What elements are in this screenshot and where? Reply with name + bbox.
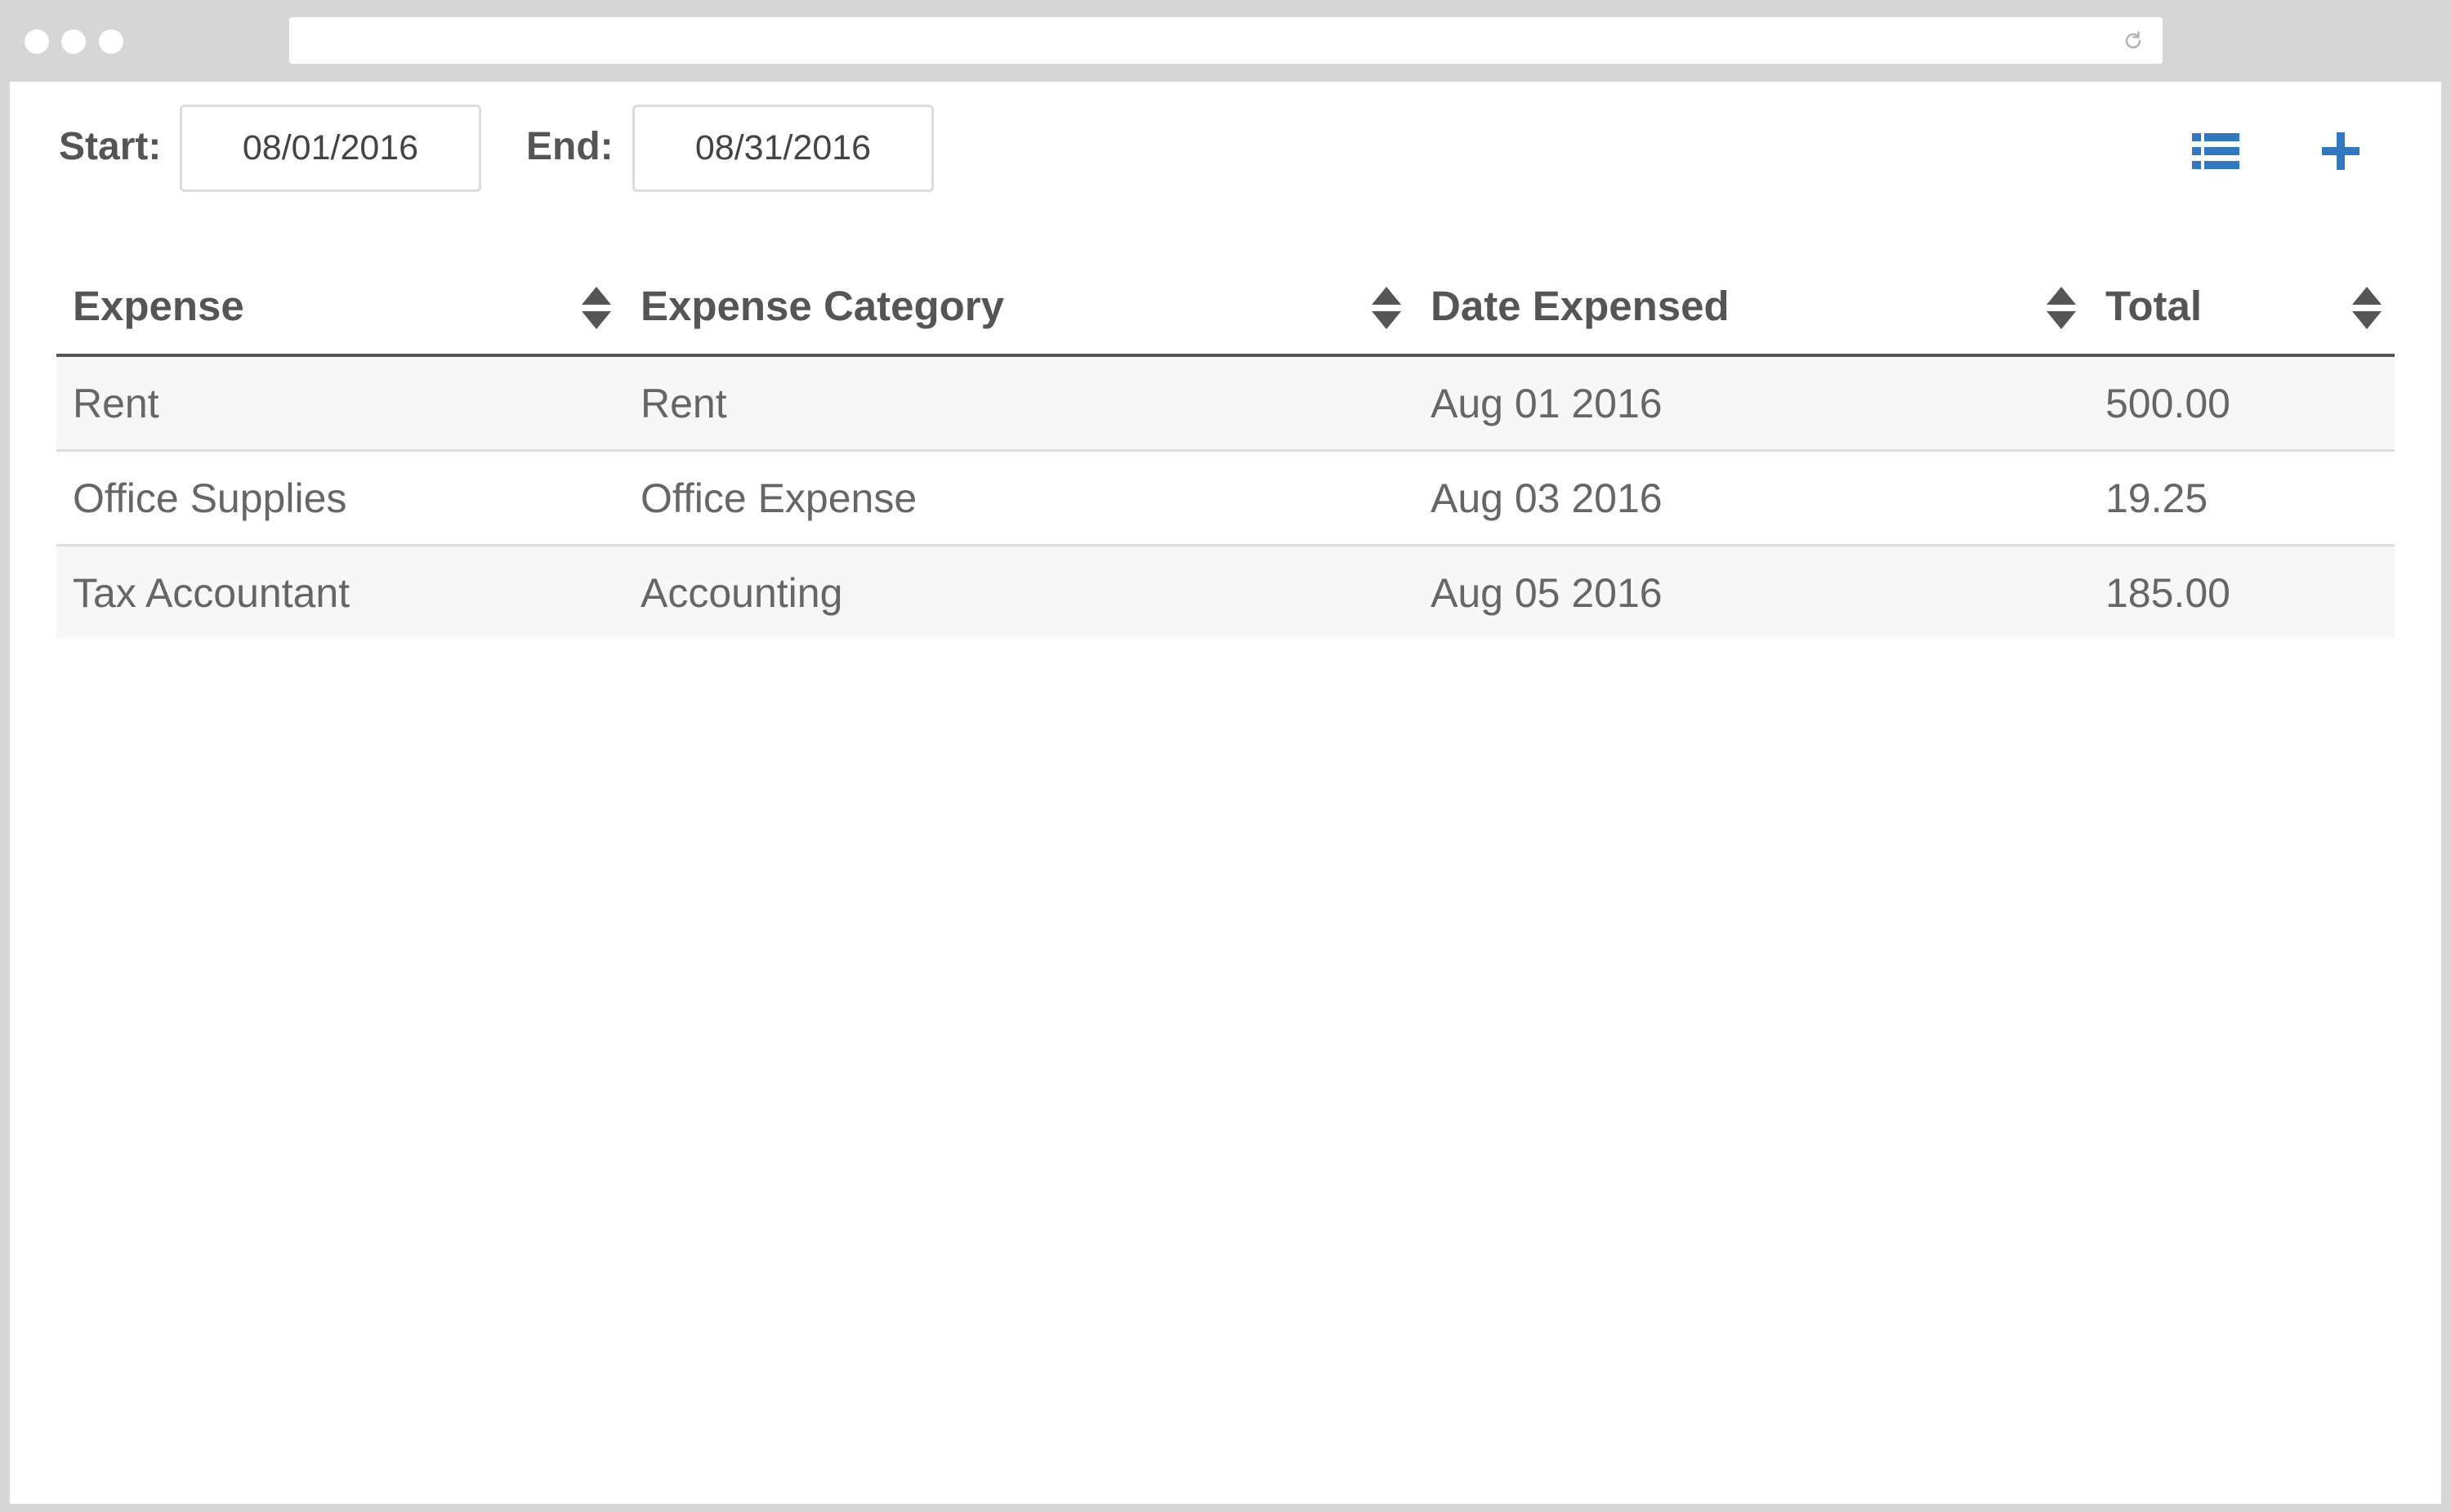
sort-icon[interactable] bbox=[580, 285, 613, 331]
column-header-label: Total bbox=[2105, 282, 2203, 329]
column-header-label: Expense bbox=[73, 282, 244, 329]
cell-expense-category: Office Expense bbox=[624, 450, 1414, 546]
sort-icon[interactable] bbox=[2045, 285, 2078, 331]
column-header-expense-category[interactable]: Expense Category bbox=[624, 257, 1414, 357]
cell-expense: Rent bbox=[56, 355, 624, 452]
list-icon bbox=[2192, 133, 2239, 169]
cell-expense-category: Rent bbox=[624, 355, 1414, 452]
address-bar[interactable] bbox=[289, 17, 2163, 64]
column-header-label: Expense Category bbox=[641, 282, 1005, 329]
plus-icon bbox=[2322, 132, 2359, 170]
add-expense-button[interactable] bbox=[2312, 123, 2369, 180]
sort-icon[interactable] bbox=[1370, 285, 1403, 331]
table-row[interactable]: Tax Accountant Accounting Aug 05 2016 18… bbox=[56, 545, 2395, 639]
cell-total: 185.00 bbox=[2089, 545, 2395, 639]
reload-icon[interactable] bbox=[2122, 29, 2145, 52]
column-header-expense[interactable]: Expense bbox=[56, 257, 624, 357]
cell-expense: Office Supplies bbox=[56, 450, 624, 546]
start-label: Start: bbox=[59, 125, 162, 168]
cell-total: 500.00 bbox=[2089, 355, 2395, 452]
sort-icon[interactable] bbox=[2351, 285, 2383, 331]
browser-window: Start: End: bbox=[0, 0, 2451, 1512]
window-maximize-dot[interactable] bbox=[99, 29, 123, 54]
table-row[interactable]: Office Supplies Office Expense Aug 03 20… bbox=[56, 450, 2395, 546]
table-header-row: Expense Expense Category Date Expensed T… bbox=[56, 257, 2395, 357]
cell-date-expensed: Aug 01 2016 bbox=[1414, 355, 2089, 452]
cell-date-expensed: Aug 05 2016 bbox=[1414, 545, 2089, 639]
cell-expense-category: Accounting bbox=[624, 545, 1414, 639]
column-header-label: Date Expensed bbox=[1431, 282, 1730, 329]
start-date-input[interactable] bbox=[180, 105, 481, 192]
expenses-table: Expense Expense Category Date Expensed T… bbox=[56, 257, 2395, 639]
window-close-dot[interactable] bbox=[25, 29, 49, 54]
page-content: Start: End: bbox=[10, 82, 2441, 1504]
window-minimize-dot[interactable] bbox=[61, 29, 86, 54]
end-label: End: bbox=[526, 125, 614, 168]
list-view-button[interactable] bbox=[2187, 123, 2244, 180]
column-header-total[interactable]: Total bbox=[2089, 257, 2395, 357]
browser-chrome-bar bbox=[0, 0, 2451, 82]
column-header-date-expensed[interactable]: Date Expensed bbox=[1414, 257, 2089, 357]
cell-date-expensed: Aug 03 2016 bbox=[1414, 450, 2089, 546]
cell-expense: Tax Accountant bbox=[56, 545, 624, 639]
cell-total: 19.25 bbox=[2089, 450, 2395, 546]
end-date-input[interactable] bbox=[632, 105, 934, 192]
table-row[interactable]: Rent Rent Aug 01 2016 500.00 bbox=[56, 355, 2395, 452]
